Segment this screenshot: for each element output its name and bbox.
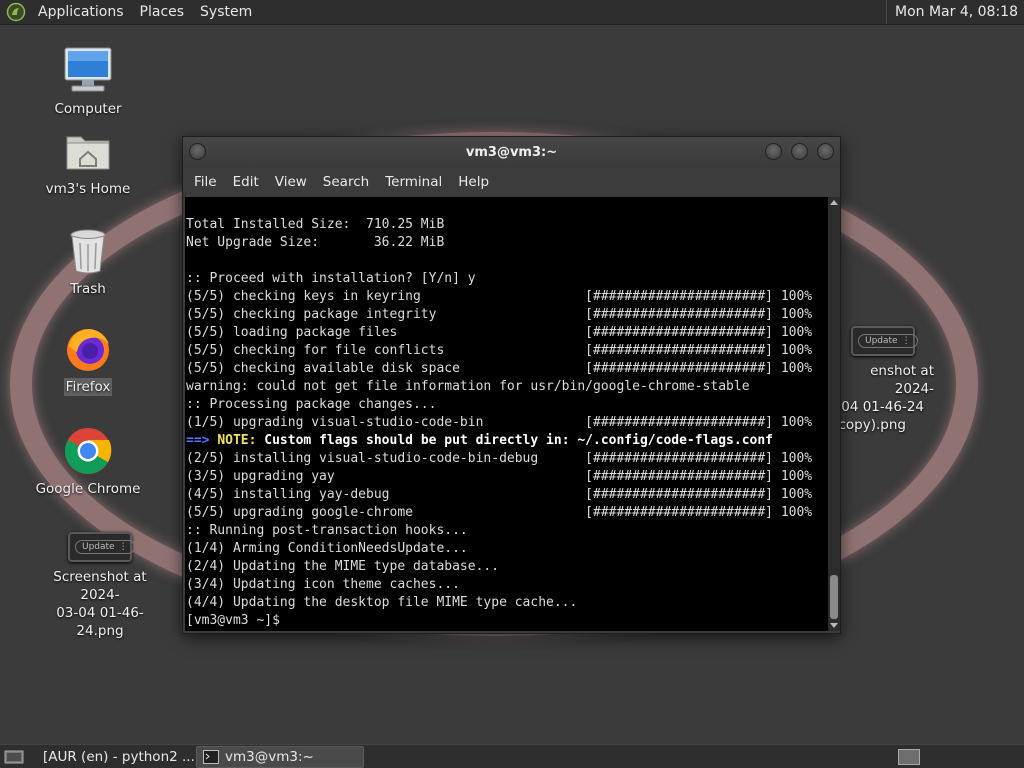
desktop-icon-label: Google Chrome: [35, 481, 141, 497]
desktop-icon-label-line3: (copy).png: [833, 417, 906, 433]
bottom-panel: [AUR (en) - python2 ... vm3@vm3:~: [0, 744, 1024, 768]
window-title: vm3@vm3:~: [465, 144, 558, 160]
desktop-icon-label: Trash: [70, 281, 106, 297]
desktop-icon-label: Firefox: [63, 378, 113, 396]
thumbnail-pill: Update ⋮: [858, 334, 918, 348]
chrome-icon: [65, 428, 112, 474]
menu-file[interactable]: File: [186, 174, 225, 190]
menu-edit[interactable]: Edit: [225, 174, 267, 190]
task-firefox-window[interactable]: [AUR (en) - python2 ...: [30, 746, 196, 768]
terminal-line: (2/5) installing visual-studio-code-bin-…: [186, 451, 813, 466]
screenshot-thumbnail: Update ⋮: [68, 532, 135, 562]
window-menu-button[interactable]: [189, 143, 206, 160]
terminal-line: :: Running post-transaction hooks...: [186, 523, 468, 538]
note-text: Custom flags should be put directly in: …: [256, 433, 774, 448]
desktop-icon-firefox[interactable]: Firefox: [28, 322, 148, 396]
terminal-line: (3/4) Updating icon theme caches...: [186, 577, 460, 592]
terminal-line: (5/5) checking available disk space [###…: [186, 361, 813, 376]
terminal-line: ==> NOTE: Custom flags should be put dir…: [186, 432, 828, 450]
terminal-line: Net Upgrade Size: 36.22 MiB: [186, 235, 445, 250]
desktop-icon-label: Computer: [54, 101, 122, 117]
menu-help[interactable]: Help: [450, 174, 497, 190]
terminal-titlebar[interactable]: vm3@vm3:~: [183, 137, 840, 167]
show-desktop-button[interactable]: [2, 746, 26, 768]
computer-icon: [64, 47, 112, 92]
menu-search[interactable]: Search: [315, 174, 377, 190]
terminal-line: (5/5) upgrading google-chrome [#########…: [186, 505, 813, 520]
main-menu: Applications Places System: [0, 0, 260, 24]
terminal-line: [vm3@vm3 ~]$: [186, 613, 288, 628]
terminal-scrollbar[interactable]: [828, 197, 840, 631]
task-label: vm3@vm3:~: [225, 748, 314, 765]
terminal-line: (5/5) checking keys in keyring [########…: [186, 289, 813, 304]
task-label: [AUR (en) - python2 ...: [43, 748, 195, 765]
desktop-icon-home[interactable]: vm3's Home: [28, 124, 148, 198]
scroll-down-icon[interactable]: [830, 623, 838, 628]
note-keyword: NOTE:: [217, 433, 257, 448]
show-desktop-icon: [4, 750, 24, 763]
top-panel: Applications Places System Mon Mar 4, 08…: [0, 0, 1024, 25]
desktop-icon-google-chrome[interactable]: Google Chrome: [28, 424, 148, 498]
desktop-icon-trash[interactable]: Trash: [28, 224, 148, 298]
task-terminal-window[interactable]: vm3@vm3:~: [196, 745, 364, 768]
terminal-line: (5/5) loading package files [###########…: [186, 325, 813, 340]
desktop-icon-label: vm3's Home: [45, 181, 131, 197]
clock[interactable]: Mon Mar 4, 08:18: [886, 0, 1024, 24]
desktop-icon-label-line1: Screenshot at 2024-: [53, 569, 147, 603]
terminal-line: :: Proceed with installation? [Y/n] y: [186, 271, 476, 286]
firefox-icon: [67, 329, 109, 371]
scroll-up-icon[interactable]: [830, 200, 838, 205]
places-menu[interactable]: Places: [132, 0, 193, 24]
thumbnail-text: Update: [82, 542, 115, 552]
scrollbar-thumb[interactable]: [830, 575, 838, 619]
minimize-button[interactable]: [765, 143, 782, 160]
terminal-output[interactable]: Total Installed Size: 710.25 MiB Net Upgr…: [185, 197, 828, 631]
terminal-icon: [203, 749, 219, 764]
terminal-line: Total Installed Size: 710.25 MiB: [186, 217, 445, 232]
terminal-line: (2/4) Updating the MIME type database...: [186, 559, 500, 574]
desktop-icon-label-line2: -04 01-46-24: [836, 399, 924, 415]
desktop-icon-screenshot[interactable]: Update ⋮ Screenshot at 2024- 03-04 01-46-…: [40, 528, 160, 640]
mate-logo-icon[interactable]: [6, 2, 26, 22]
terminal-line: (3/5) upgrading yay [###################…: [186, 469, 813, 484]
home-folder-icon: [66, 136, 110, 170]
terminal-line: (5/5) checking for file conflicts [#####…: [186, 343, 813, 358]
menu-view[interactable]: View: [267, 174, 315, 190]
terminal-line: warning: could not get file information …: [186, 379, 750, 394]
terminal-menubar: File Edit View Search Terminal Help: [183, 167, 840, 197]
desktop-icon-label-line2: 03-04 01-46-24.png: [56, 605, 144, 639]
desktop-icon-label-line1: enshot at 2024-: [870, 363, 934, 397]
workspace-switcher[interactable]: [898, 748, 920, 765]
terminal-line: (1/5) upgrading visual-studio-code-bin […: [186, 415, 813, 430]
terminal-line: (4/5) installing yay-debug [############…: [186, 487, 813, 502]
screenshot-thumbnail: Update ⋮: [851, 326, 918, 356]
system-menu[interactable]: System: [192, 0, 260, 24]
terminal-line: (5/5) checking package integrity [######…: [186, 307, 813, 322]
applications-menu[interactable]: Applications: [30, 0, 132, 24]
terminal-line: :: Processing package changes...: [186, 397, 437, 412]
note-arrow: ==>: [186, 433, 218, 448]
thumbnail-text: Update: [865, 336, 898, 346]
terminal-window[interactable]: vm3@vm3:~ File Edit View Search Terminal…: [182, 136, 841, 634]
close-button[interactable]: [817, 143, 834, 160]
thumbnail-pill: Update ⋮: [75, 540, 135, 554]
desktop-icon-computer[interactable]: Computer: [28, 44, 148, 118]
terminal-line: (1/4) Arming ConditionNeedsUpdate...: [186, 541, 468, 556]
terminal-line: (4/4) Updating the desktop file MIME typ…: [186, 595, 578, 610]
terminal-text: Total Installed Size: 710.25 MiB Net Upgr…: [185, 197, 828, 630]
desktop-icon-screenshot-copy[interactable]: Update ⋮ enshot at 2024- -04 01-46-24 (co…: [828, 322, 938, 434]
maximize-button[interactable]: [791, 143, 808, 160]
trash-icon: [70, 229, 106, 274]
menu-terminal[interactable]: Terminal: [377, 174, 450, 190]
